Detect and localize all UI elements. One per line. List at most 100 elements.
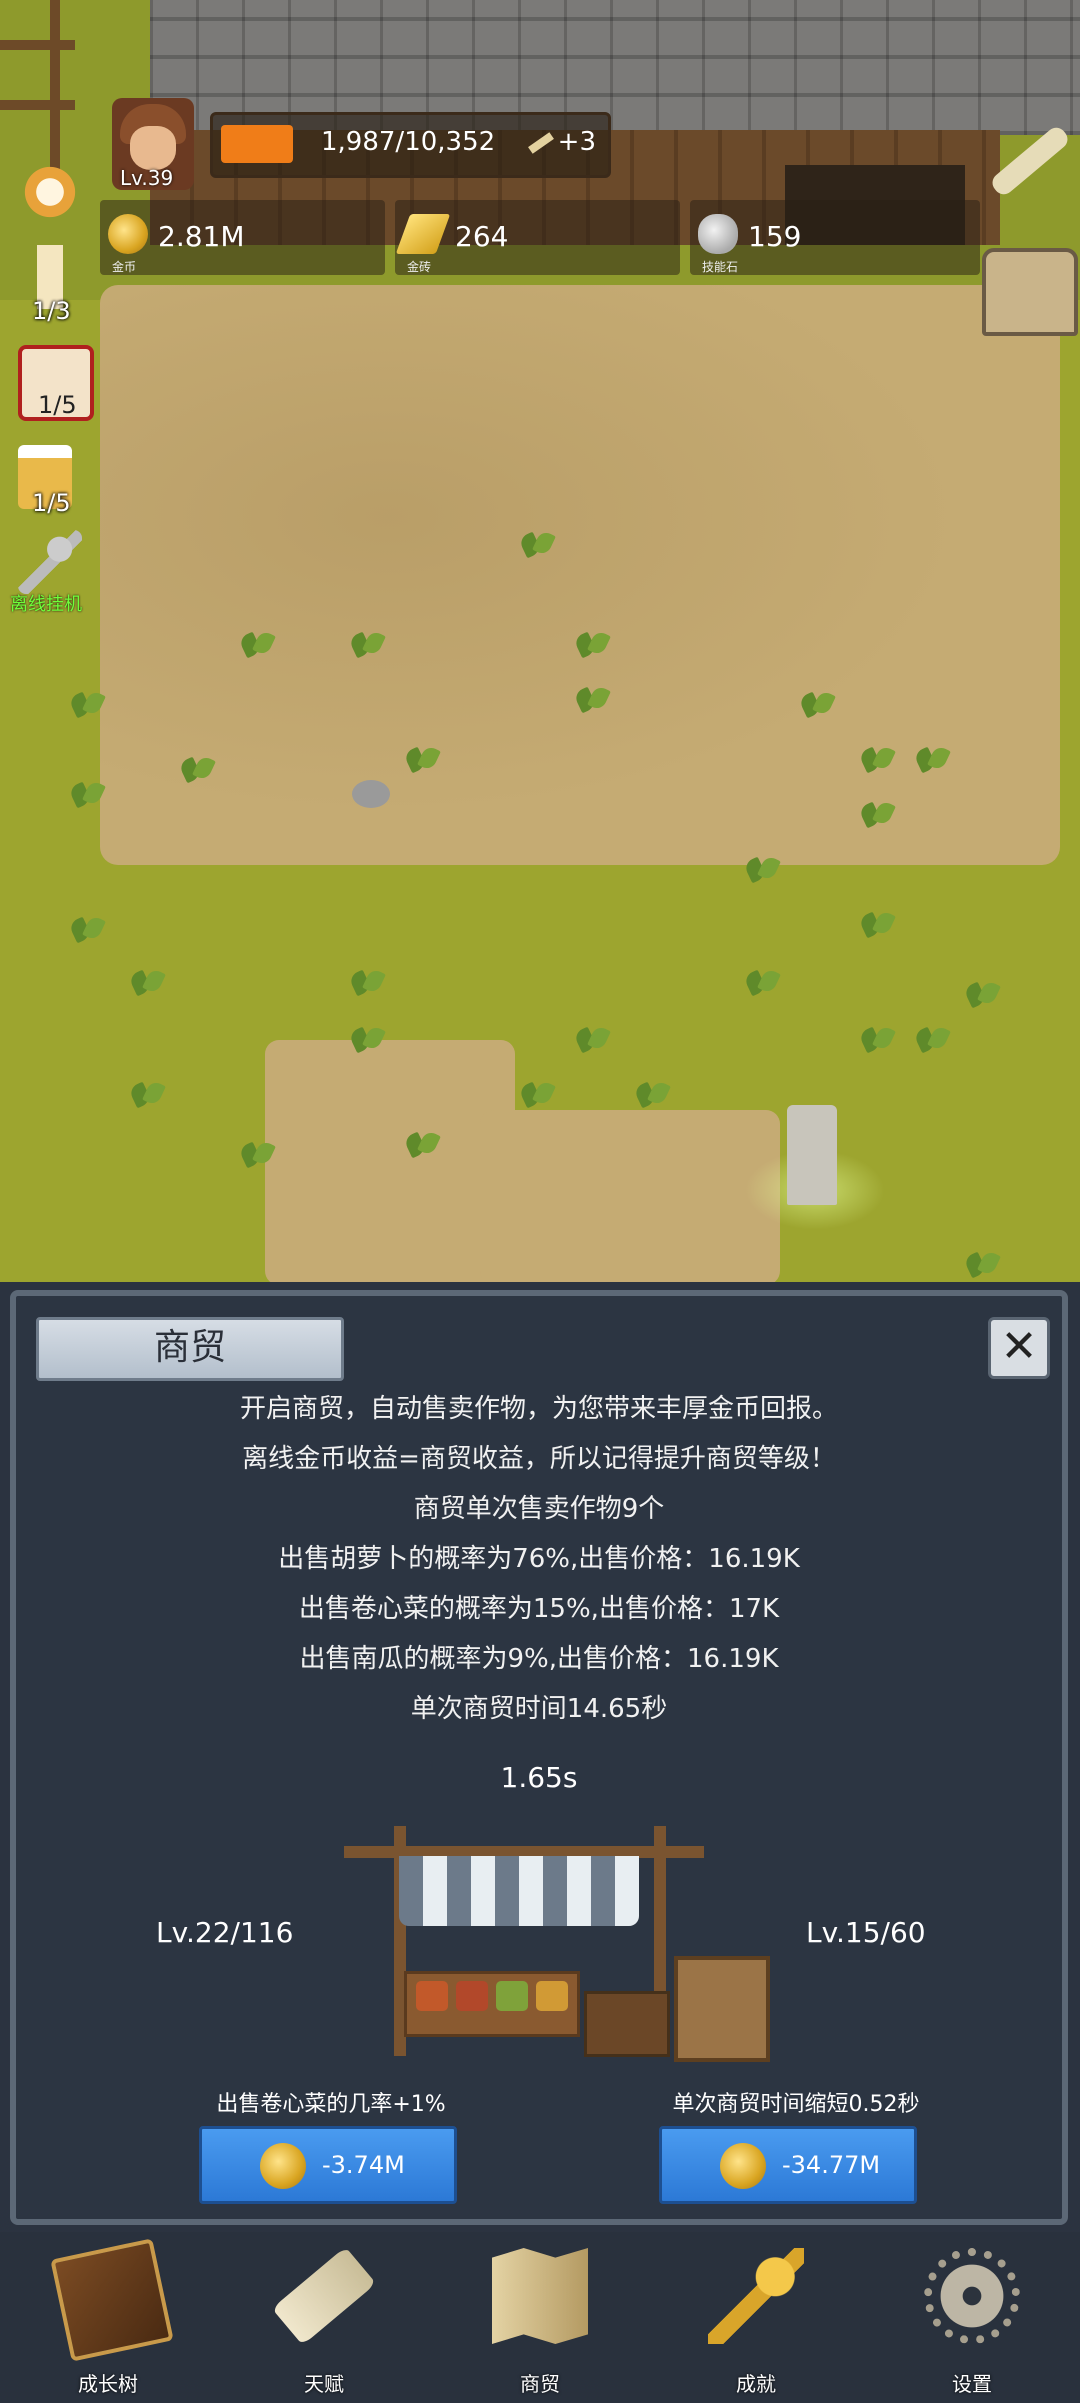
nav-trade[interactable]: 商贸 xyxy=(432,2240,648,2400)
pumpkin-crate xyxy=(536,1981,568,2011)
farm-scene[interactable] xyxy=(0,0,1080,1282)
xp-text: 1,987/10,352 xyxy=(321,127,496,157)
cake-buff-button[interactable] xyxy=(18,160,88,224)
market-stall-image xyxy=(344,1816,774,2062)
dice-count: 1/5 xyxy=(38,391,77,419)
gold-bar-value: 264 xyxy=(455,220,509,253)
crop-plant[interactable] xyxy=(860,910,894,940)
book-icon xyxy=(50,2238,174,2362)
dirt-patch xyxy=(480,1110,780,1282)
crop-plant[interactable] xyxy=(745,968,779,998)
crop-plant[interactable] xyxy=(350,1025,384,1055)
avatar-face xyxy=(130,126,176,170)
crop-plant[interactable] xyxy=(240,630,274,660)
crop-plant[interactable] xyxy=(745,855,779,885)
trade-panel: 商贸 ✕ 开启商贸，自动售卖作物，为您带来丰厚金币回报。 离线金币收益=商贸收益… xyxy=(10,1290,1068,2225)
candle-buff-button[interactable]: 1/3 xyxy=(18,245,88,325)
crop-plant[interactable] xyxy=(965,1250,999,1280)
nav-label: 天赋 xyxy=(304,2372,344,2396)
nav-label: 成就 xyxy=(736,2372,776,2396)
gold-coin-icon xyxy=(720,2143,766,2189)
left-upgrade-button[interactable]: -3.74M xyxy=(199,2126,457,2204)
gold-bar-icon xyxy=(395,214,451,254)
desc-line: 出售南瓜的概率为9%,出售价格：16.19K xyxy=(299,1644,779,1674)
crop-plant[interactable] xyxy=(965,980,999,1010)
nav-settings[interactable]: 设置 xyxy=(864,2240,1080,2400)
gold-bar-label: 金砖 xyxy=(407,260,432,274)
nav-talent[interactable]: 天赋 xyxy=(216,2240,432,2400)
right-upgrade-cost: -34.77M xyxy=(782,2151,881,2179)
skill-stone-icon xyxy=(698,214,738,254)
treasure-chest-icon[interactable] xyxy=(982,248,1078,336)
crop-plant[interactable] xyxy=(350,968,384,998)
crop-plant[interactable] xyxy=(915,745,949,775)
xp-bar: 1,987/10,352 +3 xyxy=(210,112,611,178)
xp-bonus: +3 xyxy=(527,127,596,157)
cabbage-crate xyxy=(496,1981,528,2011)
gold-coin-icon xyxy=(260,2143,306,2189)
resource-gold-coin: 2.81M 金币 xyxy=(100,200,385,275)
idle-key-icon xyxy=(18,530,82,594)
nav-label: 商贸 xyxy=(520,2372,560,2396)
close-icon: ✕ xyxy=(1000,1321,1038,1372)
resource-skill-stone: 159 技能石 xyxy=(690,200,980,275)
desc-line: 出售卷心菜的概率为15%,出售价格：17K xyxy=(298,1594,780,1624)
crop-plant[interactable] xyxy=(860,800,894,830)
stone-marker[interactable] xyxy=(787,1105,837,1205)
idle-key-button[interactable] xyxy=(18,530,88,594)
arrow-icon xyxy=(527,131,554,154)
crop-plant[interactable] xyxy=(180,755,214,785)
crop-plant[interactable] xyxy=(130,1080,164,1110)
crop-plant[interactable] xyxy=(860,1025,894,1055)
crop-plant[interactable] xyxy=(800,690,834,720)
crop-plant[interactable] xyxy=(635,1080,669,1110)
beer-count: 1/5 xyxy=(32,489,71,517)
carrot-crate xyxy=(416,1981,448,2011)
beer-buff-button[interactable]: 1/5 xyxy=(18,445,88,517)
left-upgrade-label: 出售卷心菜的几率+1% xyxy=(216,2092,446,2117)
nav-achievement[interactable]: 成就 xyxy=(648,2240,864,2400)
stall-crate xyxy=(674,1956,770,2062)
crop-plant[interactable] xyxy=(70,915,104,945)
right-upgrade-label: 单次商贸时间缩短0.52秒 xyxy=(672,2092,920,2117)
candle-count: 1/3 xyxy=(32,297,71,325)
stall-awning xyxy=(399,1856,639,1926)
left-upgrade-cost: -3.74M xyxy=(322,2151,405,2179)
trade-timer: 1.65s xyxy=(500,1761,578,1794)
close-button[interactable]: ✕ xyxy=(988,1317,1050,1379)
crop-plant[interactable] xyxy=(240,1140,274,1170)
nav-label: 成长树 xyxy=(78,2372,138,2396)
right-upgrade-level: Lv.15/60 xyxy=(806,1916,926,1949)
crop-plant[interactable] xyxy=(350,630,384,660)
right-upgrade-button[interactable]: -34.77M xyxy=(659,2126,917,2204)
crop-plant[interactable] xyxy=(915,1025,949,1055)
crop-plant[interactable] xyxy=(860,745,894,775)
crop-plant[interactable] xyxy=(575,1025,609,1055)
desc-line: 开启商贸，自动售卖作物，为您带来丰厚金币回报。 xyxy=(239,1394,838,1424)
gold-coin-icon xyxy=(108,214,148,254)
crop-plant[interactable] xyxy=(70,780,104,810)
crop-plant[interactable] xyxy=(575,630,609,660)
carrot-crate xyxy=(456,1981,488,2011)
cake-icon xyxy=(18,160,82,224)
crop-plant[interactable] xyxy=(405,745,439,775)
crop-plant[interactable] xyxy=(405,1130,439,1160)
fence xyxy=(0,0,75,170)
crop-plant[interactable] xyxy=(575,685,609,715)
skill-stone-value: 159 xyxy=(748,220,802,253)
crop-plant[interactable] xyxy=(130,968,164,998)
nav-growth-tree[interactable]: 成长树 xyxy=(0,2238,216,2400)
idle-label: 离线挂机 xyxy=(10,594,82,615)
crop-plant[interactable] xyxy=(520,1080,554,1110)
crop-plant[interactable] xyxy=(70,690,104,720)
left-upgrade-level: Lv.22/116 xyxy=(156,1916,294,1949)
scroll-icon xyxy=(271,2246,377,2346)
xp-fill xyxy=(221,125,293,163)
crop-plant[interactable] xyxy=(520,530,554,560)
desc-line: 离线金币收益=商贸收益，所以记得提升商贸等级！ xyxy=(242,1444,836,1474)
farm-field[interactable] xyxy=(100,285,1060,865)
stall-chest xyxy=(584,1991,670,2057)
bottom-nav: 成长树 天赋 商贸 成就 设置 xyxy=(0,2232,1080,2403)
dice-buff-button[interactable]: 1/5 xyxy=(18,345,94,421)
nav-label: 设置 xyxy=(952,2372,992,2396)
